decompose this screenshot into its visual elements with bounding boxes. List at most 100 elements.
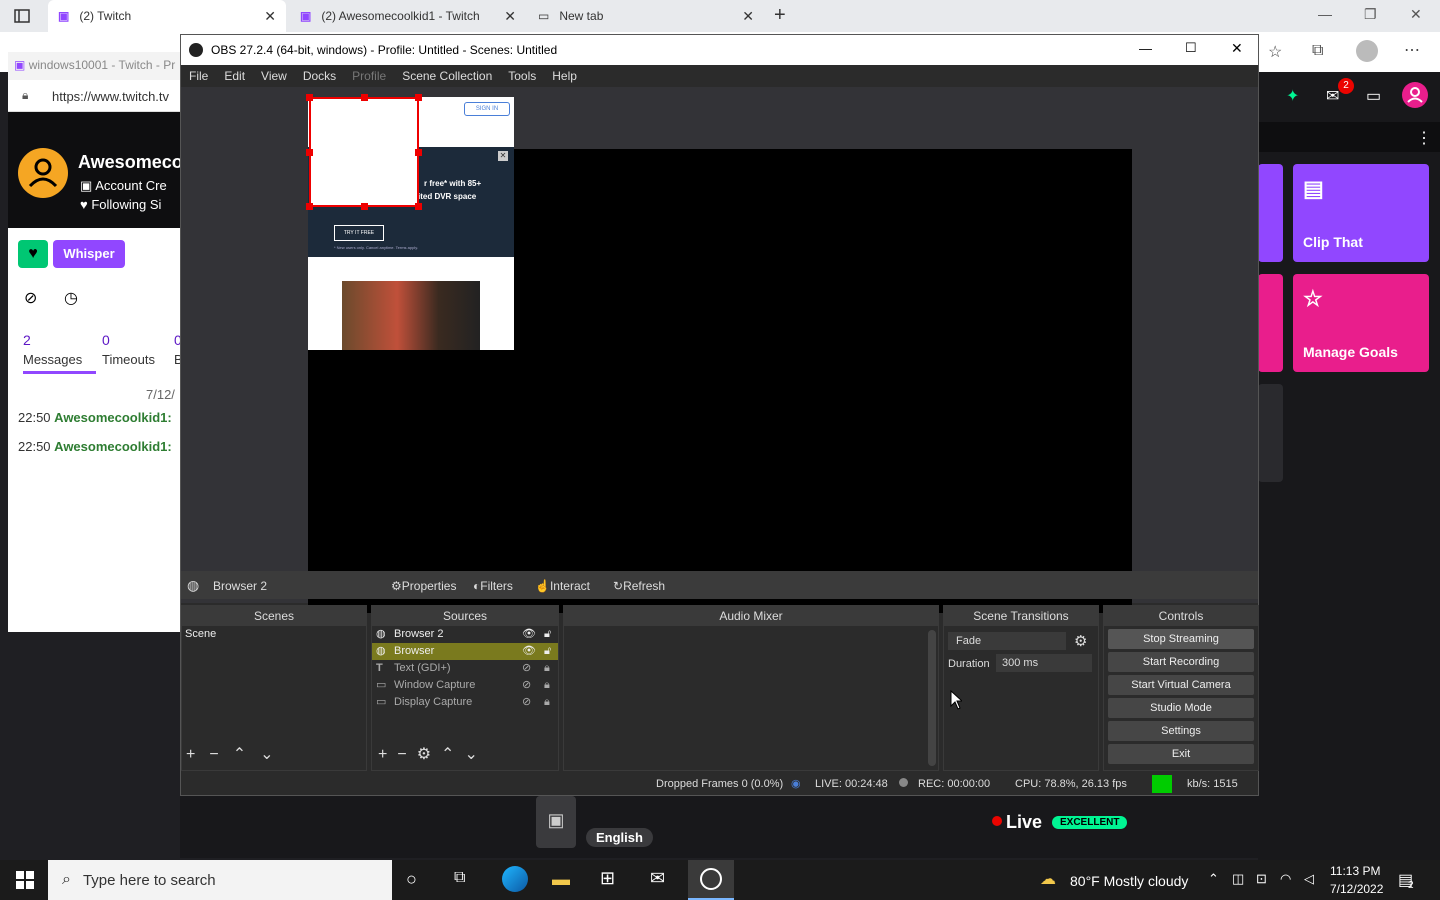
taskbar-search[interactable]: ⌕ Type here to search bbox=[48, 860, 392, 900]
tab-twitch[interactable]: ▣ (2) Twitch ✕ bbox=[48, 0, 286, 32]
collections-icon[interactable]: ⧉ bbox=[1312, 42, 1323, 60]
source-item[interactable]: ▭ Display Capture ⊘ 🔒︎ bbox=[372, 694, 558, 711]
menu-file[interactable]: File bbox=[181, 69, 216, 83]
edge-icon[interactable] bbox=[502, 866, 528, 892]
stream-thumbnail-icon[interactable]: ▣ bbox=[536, 796, 576, 848]
properties-button[interactable]: ⚙Properties bbox=[391, 579, 456, 593]
source-item[interactable]: ▭ Window Capture ⊘ 🔒︎ bbox=[372, 677, 558, 694]
background-window-tab[interactable]: ▣ windows10001 - Twitch - Pr bbox=[8, 52, 183, 80]
whisper-button[interactable]: Whisper bbox=[53, 240, 125, 268]
network-icon[interactable]: ⊡ bbox=[1256, 871, 1267, 887]
chat-bubble-icon[interactable]: ▭ bbox=[1366, 86, 1381, 106]
weather-text[interactable]: 80°F Mostly cloudy bbox=[1070, 873, 1188, 889]
store-icon[interactable]: ⊞ bbox=[600, 868, 615, 889]
tab-messages[interactable]: Messages bbox=[23, 352, 82, 367]
ban-icon[interactable]: ⊘ bbox=[24, 288, 37, 308]
close-button[interactable]: ✕ bbox=[1231, 40, 1243, 57]
windows-start-icon[interactable] bbox=[16, 871, 34, 889]
newtab-icon: ▭ bbox=[538, 9, 550, 23]
start-recording-button[interactable]: Start Recording bbox=[1108, 652, 1254, 672]
manage-goals-tile[interactable]: ☆ Manage Goals bbox=[1293, 274, 1429, 372]
clock-date[interactable]: 7/12/2022 bbox=[1330, 882, 1383, 896]
file-explorer-icon[interactable]: ▬ bbox=[552, 869, 570, 890]
tab-new[interactable]: ▭ New tab ✕ bbox=[528, 0, 764, 32]
tray-icon[interactable]: ◫ bbox=[1232, 871, 1244, 887]
clock-time[interactable]: 11:13 PM bbox=[1330, 864, 1380, 878]
tab-timeouts[interactable]: Timeouts bbox=[102, 352, 155, 367]
interact-button[interactable]: ☝Interact bbox=[535, 579, 590, 593]
menu-tools[interactable]: Tools bbox=[500, 69, 544, 83]
eye-off-icon: ⊘ bbox=[522, 679, 532, 691]
gear-icon[interactable]: ⚙ bbox=[1074, 632, 1087, 650]
weather-icon[interactable]: ☁ bbox=[1040, 869, 1056, 889]
close-window-button[interactable]: ✕ bbox=[1410, 6, 1422, 23]
menu-profile[interactable]: Profile bbox=[344, 69, 394, 83]
clip-that-tile[interactable]: ▤ Clip That bbox=[1293, 164, 1429, 262]
menu-help[interactable]: Help bbox=[544, 69, 585, 83]
refresh-button[interactable]: ↻Refresh bbox=[613, 579, 665, 593]
filters-button[interactable]: ◐Filters bbox=[473, 579, 513, 593]
menu-view[interactable]: View bbox=[253, 69, 295, 83]
duration-input[interactable]: 300 ms bbox=[996, 654, 1092, 672]
gear-icon: ⚙ bbox=[391, 579, 402, 593]
exit-button[interactable]: Exit bbox=[1108, 744, 1254, 764]
partial-tile[interactable] bbox=[1258, 384, 1283, 482]
wifi-icon[interactable]: ◠ bbox=[1280, 871, 1291, 887]
follow-heart-button[interactable]: ♥ bbox=[18, 240, 48, 268]
new-tab-button[interactable]: + bbox=[774, 4, 786, 27]
kebab-icon[interactable]: ⋮ bbox=[1416, 128, 1432, 148]
crown-icon[interactable]: ✦ bbox=[1286, 86, 1299, 106]
menu-docks[interactable]: Docks bbox=[295, 69, 344, 83]
partial-tile[interactable] bbox=[1258, 164, 1283, 262]
stop-streaming-button[interactable]: Stop Streaming bbox=[1108, 629, 1254, 649]
studio-mode-button[interactable]: Studio Mode bbox=[1108, 698, 1254, 718]
settings-button[interactable]: Settings bbox=[1108, 721, 1254, 741]
twitch-icon: ▣ bbox=[58, 9, 70, 23]
source-item[interactable]: ◍ Browser 2 👁︎ 🔓︎ bbox=[372, 626, 558, 643]
cortana-icon[interactable]: ○ bbox=[406, 869, 417, 890]
scenes-dock: Scenes Scene +−⌃⌄ bbox=[181, 605, 367, 771]
selected-source-bounds[interactable] bbox=[306, 94, 422, 210]
task-view-icon[interactable]: ⧉ bbox=[454, 869, 465, 887]
source-item[interactable]: ◍ Browser 👁︎ 🔓︎ bbox=[372, 643, 558, 660]
live-label: Live bbox=[1006, 812, 1043, 832]
lock-icon: 🔒︎ bbox=[544, 679, 550, 691]
close-icon[interactable]: ✕ bbox=[742, 8, 754, 25]
avatar[interactable] bbox=[18, 148, 68, 198]
twitch-user-card: Awesomeco ▣ Account Cre ♥ Following Si ♥… bbox=[8, 112, 183, 632]
partial-tile[interactable] bbox=[1258, 274, 1283, 372]
source-item[interactable]: T Text (GDI+) ⊘ 🔒︎ bbox=[372, 660, 558, 677]
start-virtual-camera-button[interactable]: Start Virtual Camera bbox=[1108, 675, 1254, 695]
chat-date: 7/12/ bbox=[146, 387, 175, 402]
url-text[interactable]: https://www.twitch.tv bbox=[52, 89, 169, 104]
close-icon[interactable]: ✕ bbox=[504, 8, 516, 25]
menu-scene-collection[interactable]: Scene Collection bbox=[394, 69, 500, 83]
volume-icon[interactable]: ◁ bbox=[1304, 871, 1314, 887]
tab-actions-icon[interactable] bbox=[14, 8, 30, 24]
scene-controls[interactable]: +−⌃⌄ bbox=[186, 744, 288, 764]
source-controls[interactable]: +−⚙⌃⌄ bbox=[378, 744, 488, 764]
close-icon[interactable]: ✕ bbox=[264, 8, 276, 25]
selected-source-name: Browser 2 bbox=[213, 579, 268, 593]
minimize-button[interactable]: — bbox=[1318, 6, 1332, 22]
tab-awesomecoolkid[interactable]: ▣ (2) Awesomecoolkid1 - Twitch ✕ bbox=[290, 0, 526, 32]
minimize-button[interactable]: — bbox=[1139, 41, 1152, 56]
user-avatar[interactable] bbox=[1402, 82, 1428, 108]
favorites-icon[interactable]: ☆ bbox=[1268, 42, 1282, 62]
lock-icon: 🔒︎ bbox=[544, 696, 550, 708]
more-icon[interactable]: ⋯ bbox=[1404, 40, 1420, 60]
maximize-button[interactable]: ☐ bbox=[1185, 40, 1197, 56]
transition-select[interactable]: Fade bbox=[948, 632, 1066, 650]
timeout-icon[interactable]: ◷ bbox=[64, 288, 78, 308]
mixer-scrollbar[interactable] bbox=[928, 630, 936, 766]
mail-icon[interactable]: ✉ bbox=[650, 868, 665, 889]
inbox-icon[interactable]: ✉ bbox=[1326, 86, 1339, 106]
restore-button[interactable]: ❐ bbox=[1364, 6, 1377, 23]
chevron-up-icon[interactable]: ⌃ bbox=[1208, 871, 1219, 887]
scene-item[interactable]: Scene bbox=[182, 626, 366, 643]
obs-taskbar-button[interactable] bbox=[688, 860, 734, 900]
mouse-cursor-icon bbox=[950, 690, 962, 710]
profile-avatar[interactable] bbox=[1356, 40, 1378, 62]
language-tag[interactable]: English bbox=[586, 828, 653, 847]
menu-edit[interactable]: Edit bbox=[216, 69, 253, 83]
